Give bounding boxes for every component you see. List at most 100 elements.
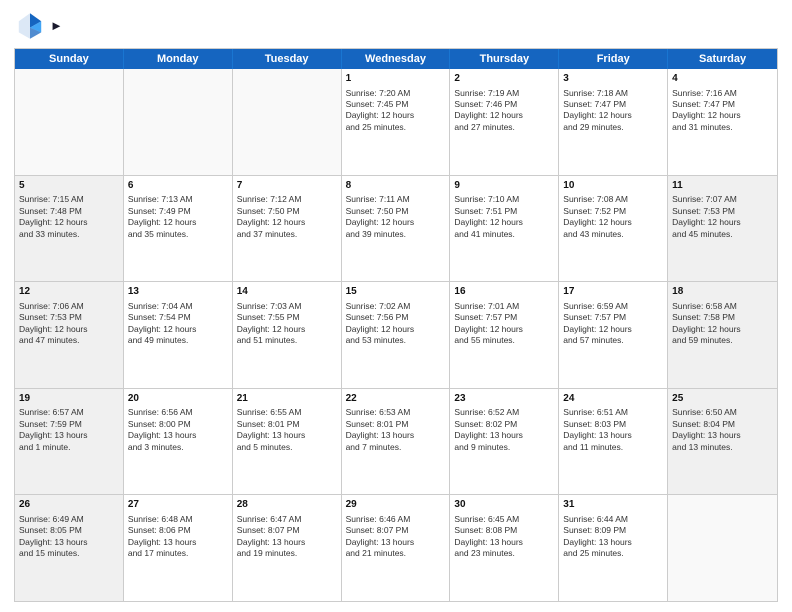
day-number: 4 xyxy=(672,72,773,86)
day-info: Sunrise: 6:51 AM Sunset: 8:03 PM Dayligh… xyxy=(563,407,632,451)
cal-cell: 16 Sunrise: 7:01 AM Sunset: 7:57 PM Dayli… xyxy=(450,282,559,388)
day-number: 10 xyxy=(563,179,663,193)
cal-cell: 30 Sunrise: 6:45 AM Sunset: 8:08 PM Dayli… xyxy=(450,495,559,601)
day-info: Sunrise: 7:03 AM Sunset: 7:55 PM Dayligh… xyxy=(237,301,306,345)
day-info: Sunrise: 6:59 AM Sunset: 7:57 PM Dayligh… xyxy=(563,301,632,345)
day-info: Sunrise: 6:47 AM Sunset: 8:07 PM Dayligh… xyxy=(237,514,306,558)
day-number: 13 xyxy=(128,285,228,299)
day-number: 30 xyxy=(454,498,554,512)
day-number: 9 xyxy=(454,179,554,193)
day-info: Sunrise: 7:06 AM Sunset: 7:53 PM Dayligh… xyxy=(19,301,88,345)
cal-cell: 26 Sunrise: 6:49 AM Sunset: 8:05 PM Dayli… xyxy=(15,495,124,601)
week-row-3: 12 Sunrise: 7:06 AM Sunset: 7:53 PM Dayli… xyxy=(15,282,777,389)
cal-cell: 5Sunrise: 7:15 AM Sunset: 7:48 PM Daylig… xyxy=(15,176,124,282)
cal-cell: 9Sunrise: 7:10 AM Sunset: 7:51 PM Daylig… xyxy=(450,176,559,282)
day-info: Sunrise: 7:18 AM Sunset: 7:47 PM Dayligh… xyxy=(563,88,632,132)
cal-cell: 1Sunrise: 7:20 AM Sunset: 7:45 PM Daylig… xyxy=(342,69,451,175)
cal-cell: 29 Sunrise: 6:46 AM Sunset: 8:07 PM Dayli… xyxy=(342,495,451,601)
day-header-monday: Monday xyxy=(124,49,233,69)
day-info: Sunrise: 7:07 AM Sunset: 7:53 PM Dayligh… xyxy=(672,194,741,238)
day-number: 25 xyxy=(672,392,773,406)
day-info: Sunrise: 6:48 AM Sunset: 8:06 PM Dayligh… xyxy=(128,514,197,558)
cal-cell: 21Sunrise: 6:55 AM Sunset: 8:01 PM Dayli… xyxy=(233,389,342,495)
cal-cell: 23Sunrise: 6:52 AM Sunset: 8:02 PM Dayli… xyxy=(450,389,559,495)
day-info: Sunrise: 6:57 AM Sunset: 7:59 PM Dayligh… xyxy=(19,407,88,451)
day-info: Sunrise: 7:12 AM Sunset: 7:50 PM Dayligh… xyxy=(237,194,306,238)
day-number: 8 xyxy=(346,179,446,193)
cal-cell xyxy=(668,495,777,601)
day-number: 22 xyxy=(346,392,446,406)
cal-cell: 7Sunrise: 7:12 AM Sunset: 7:50 PM Daylig… xyxy=(233,176,342,282)
day-number: 12 xyxy=(19,285,119,299)
day-info: Sunrise: 7:19 AM Sunset: 7:46 PM Dayligh… xyxy=(454,88,523,132)
calendar-body: 1Sunrise: 7:20 AM Sunset: 7:45 PM Daylig… xyxy=(15,69,777,601)
week-row-5: 26 Sunrise: 6:49 AM Sunset: 8:05 PM Dayli… xyxy=(15,495,777,601)
day-number: 7 xyxy=(237,179,337,193)
calendar: SundayMondayTuesdayWednesdayThursdayFrid… xyxy=(14,48,778,602)
day-header-wednesday: Wednesday xyxy=(342,49,451,69)
day-number: 26 xyxy=(19,498,119,512)
day-number: 11 xyxy=(672,179,773,193)
header: ► xyxy=(14,10,778,42)
day-info: Sunrise: 7:08 AM Sunset: 7:52 PM Dayligh… xyxy=(563,194,632,238)
cal-cell: 17Sunrise: 6:59 AM Sunset: 7:57 PM Dayli… xyxy=(559,282,668,388)
day-number: 15 xyxy=(346,285,446,299)
day-header-saturday: Saturday xyxy=(668,49,777,69)
day-number: 27 xyxy=(128,498,228,512)
day-info: Sunrise: 7:13 AM Sunset: 7:49 PM Dayligh… xyxy=(128,194,197,238)
day-info: Sunrise: 7:02 AM Sunset: 7:56 PM Dayligh… xyxy=(346,301,415,345)
cal-cell: 22Sunrise: 6:53 AM Sunset: 8:01 PM Dayli… xyxy=(342,389,451,495)
logo-icon xyxy=(14,10,46,42)
cal-cell: 18 Sunrise: 6:58 AM Sunset: 7:58 PM Dayli… xyxy=(668,282,777,388)
day-info: Sunrise: 7:01 AM Sunset: 7:57 PM Dayligh… xyxy=(454,301,523,345)
day-number: 18 xyxy=(672,285,773,299)
day-number: 29 xyxy=(346,498,446,512)
day-number: 1 xyxy=(346,72,446,86)
day-info: Sunrise: 6:50 AM Sunset: 8:04 PM Dayligh… xyxy=(672,407,741,451)
week-row-1: 1Sunrise: 7:20 AM Sunset: 7:45 PM Daylig… xyxy=(15,69,777,176)
day-number: 14 xyxy=(237,285,337,299)
cal-cell: 19Sunrise: 6:57 AM Sunset: 7:59 PM Dayli… xyxy=(15,389,124,495)
day-info: Sunrise: 6:49 AM Sunset: 8:05 PM Dayligh… xyxy=(19,514,88,558)
day-info: Sunrise: 7:04 AM Sunset: 7:54 PM Dayligh… xyxy=(128,301,197,345)
day-info: Sunrise: 7:16 AM Sunset: 7:47 PM Dayligh… xyxy=(672,88,741,132)
day-info: Sunrise: 6:53 AM Sunset: 8:01 PM Dayligh… xyxy=(346,407,415,451)
day-info: Sunrise: 6:55 AM Sunset: 8:01 PM Dayligh… xyxy=(237,407,306,451)
day-number: 24 xyxy=(563,392,663,406)
week-row-2: 5Sunrise: 7:15 AM Sunset: 7:48 PM Daylig… xyxy=(15,176,777,283)
day-number: 3 xyxy=(563,72,663,86)
cal-cell: 3 Sunrise: 7:18 AM Sunset: 7:47 PM Daylig… xyxy=(559,69,668,175)
cal-cell xyxy=(15,69,124,175)
day-info: Sunrise: 7:10 AM Sunset: 7:51 PM Dayligh… xyxy=(454,194,523,238)
logo-text: ► xyxy=(50,18,63,34)
day-info: Sunrise: 6:46 AM Sunset: 8:07 PM Dayligh… xyxy=(346,514,415,558)
day-header-tuesday: Tuesday xyxy=(233,49,342,69)
cal-cell: 13 Sunrise: 7:04 AM Sunset: 7:54 PM Dayli… xyxy=(124,282,233,388)
day-number: 2 xyxy=(454,72,554,86)
calendar-header: SundayMondayTuesdayWednesdayThursdayFrid… xyxy=(15,49,777,69)
day-number: 16 xyxy=(454,285,554,299)
cal-cell: 8Sunrise: 7:11 AM Sunset: 7:50 PM Daylig… xyxy=(342,176,451,282)
cal-cell: 20Sunrise: 6:56 AM Sunset: 8:00 PM Dayli… xyxy=(124,389,233,495)
logo: ► xyxy=(14,10,63,42)
day-info: Sunrise: 6:44 AM Sunset: 8:09 PM Dayligh… xyxy=(563,514,632,558)
day-info: Sunrise: 6:58 AM Sunset: 7:58 PM Dayligh… xyxy=(672,301,741,345)
day-info: Sunrise: 6:45 AM Sunset: 8:08 PM Dayligh… xyxy=(454,514,523,558)
day-number: 5 xyxy=(19,179,119,193)
day-info: Sunrise: 6:56 AM Sunset: 8:00 PM Dayligh… xyxy=(128,407,197,451)
day-number: 6 xyxy=(128,179,228,193)
day-number: 20 xyxy=(128,392,228,406)
cal-cell xyxy=(233,69,342,175)
cal-cell: 2 Sunrise: 7:19 AM Sunset: 7:46 PM Daylig… xyxy=(450,69,559,175)
cal-cell xyxy=(124,69,233,175)
cal-cell: 27 Sunrise: 6:48 AM Sunset: 8:06 PM Dayli… xyxy=(124,495,233,601)
cal-cell: 15 Sunrise: 7:02 AM Sunset: 7:56 PM Dayli… xyxy=(342,282,451,388)
day-number: 31 xyxy=(563,498,663,512)
day-number: 23 xyxy=(454,392,554,406)
cal-cell: 28Sunrise: 6:47 AM Sunset: 8:07 PM Dayli… xyxy=(233,495,342,601)
day-info: Sunrise: 6:52 AM Sunset: 8:02 PM Dayligh… xyxy=(454,407,523,451)
cal-cell: 24Sunrise: 6:51 AM Sunset: 8:03 PM Dayli… xyxy=(559,389,668,495)
cal-cell: 6Sunrise: 7:13 AM Sunset: 7:49 PM Daylig… xyxy=(124,176,233,282)
cal-cell: 14 Sunrise: 7:03 AM Sunset: 7:55 PM Dayli… xyxy=(233,282,342,388)
page: ► SundayMondayTuesdayWednesdayThursdayFr… xyxy=(0,0,792,612)
